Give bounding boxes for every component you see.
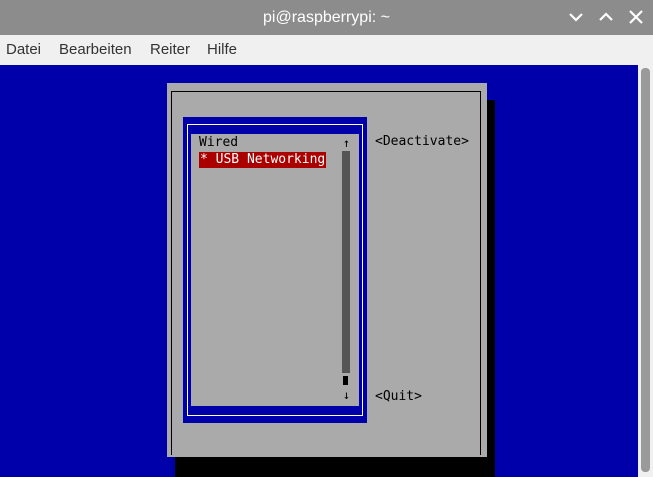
close-icon (629, 10, 643, 24)
menu-item-reiter[interactable]: Reiter (150, 35, 190, 65)
connection-list-box: Wired * USB Networking ↑ ↓ (183, 117, 367, 423)
list-scroll-down-arrow[interactable]: ↓ (342, 387, 351, 403)
minimize-button[interactable] (565, 6, 587, 28)
menu-bar: Datei Bearbeiten Reiter Hilfe (0, 35, 653, 65)
list-scroll-up-arrow[interactable]: ↑ (342, 135, 351, 151)
menu-item-datei[interactable]: Datei (6, 35, 41, 65)
close-button[interactable] (625, 6, 647, 28)
window-title: pi@raspberrypi: ~ (263, 9, 390, 26)
maximize-icon (599, 12, 613, 21)
menu-item-bearbeiten[interactable]: Bearbeiten (59, 35, 132, 65)
connection-dialog: Wired * USB Networking ↑ ↓ <Deactivate> … (167, 83, 487, 457)
connection-group-wired: Wired (199, 135, 239, 150)
title-bar: pi@raspberrypi: ~ (0, 0, 653, 35)
maximize-button[interactable] (595, 6, 617, 28)
list-scrollbar-track[interactable] (342, 151, 350, 373)
list-scrollbar-thumb[interactable] (343, 376, 348, 385)
deactivate-button[interactable]: <Deactivate> (375, 134, 469, 150)
connection-item-usb-networking[interactable]: * USB Networking (199, 152, 327, 168)
quit-button[interactable]: <Quit> (375, 389, 422, 405)
menu-item-hilfe[interactable]: Hilfe (207, 35, 237, 65)
minimize-icon (569, 13, 583, 22)
connection-list[interactable]: Wired * USB Networking ↑ ↓ (191, 134, 359, 406)
terminal-scrollbar-thumb[interactable] (641, 68, 650, 472)
